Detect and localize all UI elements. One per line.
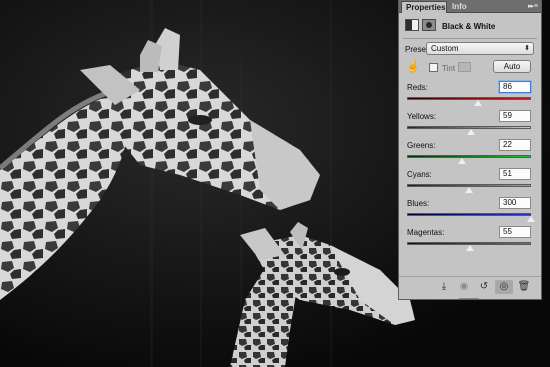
slider-value-field[interactable]: 22: [499, 139, 531, 151]
slider-value-field[interactable]: 51: [499, 168, 531, 180]
auto-button[interactable]: Auto: [493, 60, 531, 73]
slider-value-field[interactable]: 55: [499, 226, 531, 238]
tab-properties[interactable]: Properties: [401, 1, 447, 13]
slider-track[interactable]: [407, 97, 531, 100]
slider-thumb[interactable]: [465, 187, 474, 193]
properties-panel: Properties Info ▸▸ ≡ Black & White Prese…: [398, 0, 542, 300]
slider-row: Greens: 22: [399, 139, 541, 171]
slider-row: Cyans: 51: [399, 168, 541, 200]
slider-row: Blues: 300: [399, 197, 541, 229]
slider-label: Magentas:: [407, 228, 445, 237]
adjustment-title-row: Black & White: [399, 14, 541, 38]
slider-value-field[interactable]: 86: [499, 81, 531, 93]
preset-select[interactable]: Custom ⬍: [426, 42, 534, 55]
slider-label: Cyans:: [407, 170, 432, 179]
slider-thumb[interactable]: [458, 158, 467, 164]
visibility-eye-icon[interactable]: ◎: [495, 280, 513, 294]
reset-adjustment-icon[interactable]: ↺: [475, 280, 493, 294]
slider-value-field[interactable]: 300: [499, 197, 531, 209]
tint-checkbox[interactable]: [429, 63, 438, 72]
slider-thumb[interactable]: [473, 100, 482, 106]
slider-thumb[interactable]: [527, 216, 535, 222]
slider-track[interactable]: [407, 155, 531, 158]
slider-row: Magentas: 55: [399, 226, 541, 258]
panel-tab-bar: Properties Info ▸▸ ≡: [399, 0, 541, 13]
slider-thumb[interactable]: [466, 245, 475, 251]
slider-label: Blues:: [407, 199, 430, 208]
clip-to-layer-icon[interactable]: ⤓: [435, 280, 453, 294]
layer-mask-icon[interactable]: [422, 19, 436, 31]
slider-label: Yellows:: [407, 112, 437, 121]
tint-color-swatch[interactable]: [458, 62, 471, 72]
targeted-adjustment-hand-icon[interactable]: ☝: [405, 60, 421, 74]
panel-resize-grip[interactable]: [459, 298, 479, 299]
adjustment-layer-icon[interactable]: [405, 19, 419, 31]
tint-label: Tint: [442, 64, 456, 73]
slider-row: Reds: 86: [399, 81, 541, 113]
trash-icon[interactable]: 🗑: [515, 280, 533, 294]
panel-menu-icon[interactable]: ▸▸ ≡: [515, 1, 538, 12]
slider-label: Reds:: [407, 83, 428, 92]
slider-track[interactable]: [407, 213, 531, 216]
updown-arrows-icon: ⬍: [524, 45, 530, 52]
panel-bottom-bar: ⤓ ◉ ↺ ◎ 🗑: [399, 276, 541, 296]
slider-value-field[interactable]: 59: [499, 110, 531, 122]
adjustment-title: Black & White: [442, 22, 496, 31]
preset-value: Custom: [431, 44, 459, 53]
slider-thumb[interactable]: [467, 129, 476, 135]
view-previous-state-icon[interactable]: ◉: [455, 280, 473, 294]
divider: [403, 38, 537, 39]
slider-label: Greens:: [407, 141, 436, 150]
tab-info[interactable]: Info: [448, 1, 470, 13]
slider-row: Yellows: 59: [399, 110, 541, 142]
